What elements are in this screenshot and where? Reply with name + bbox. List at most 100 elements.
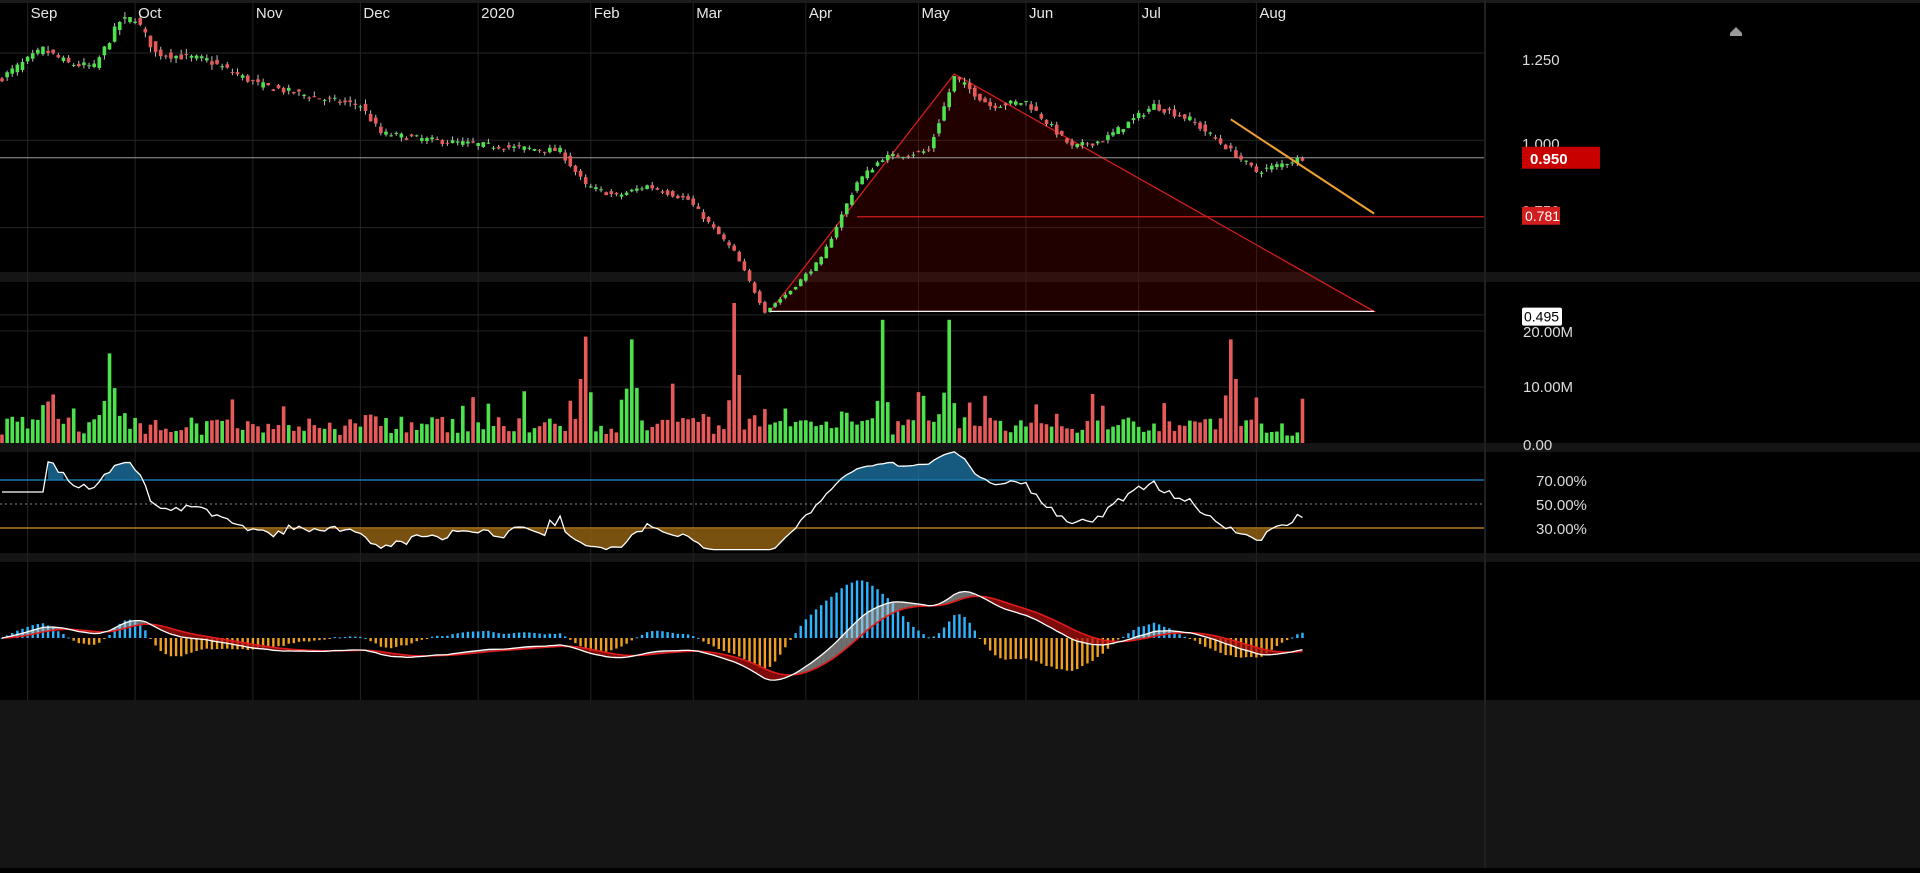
volume-bar bbox=[1285, 435, 1289, 443]
macd-histogram-bar bbox=[968, 623, 970, 638]
macd-histogram-bar bbox=[482, 631, 484, 638]
x-axis-month-label: May bbox=[921, 5, 950, 22]
volume-bar bbox=[1096, 421, 1100, 443]
volume-bar bbox=[1229, 339, 1233, 443]
macd-histogram-bar bbox=[1301, 633, 1303, 638]
volume-bar bbox=[645, 430, 649, 443]
level-label: 0.495 bbox=[1524, 309, 1559, 325]
macd-histogram-bar bbox=[1050, 638, 1052, 667]
volume-bar bbox=[1173, 431, 1177, 443]
macd-histogram-bar bbox=[190, 638, 192, 653]
candle-body bbox=[420, 138, 424, 141]
macd-histogram-bar bbox=[487, 631, 489, 638]
candle-body bbox=[1040, 114, 1044, 119]
macd-histogram-bar bbox=[165, 638, 167, 654]
volume-bar bbox=[195, 423, 199, 443]
candle-body bbox=[261, 82, 265, 87]
volume-bar bbox=[1244, 420, 1248, 443]
candle-body bbox=[794, 287, 798, 289]
x-axis-month-label: 2020 bbox=[481, 5, 514, 22]
volume-bar bbox=[1214, 429, 1218, 443]
candle-body bbox=[737, 252, 741, 262]
volume-bar bbox=[179, 430, 183, 443]
candle-body bbox=[666, 190, 670, 195]
macd-histogram-bar bbox=[1127, 633, 1129, 638]
candle-body bbox=[799, 279, 803, 286]
volume-bar bbox=[1029, 423, 1033, 443]
candle-body bbox=[1121, 129, 1125, 132]
candle-body bbox=[507, 145, 511, 147]
macd-histogram-bar bbox=[1061, 638, 1063, 669]
candle-body bbox=[1152, 104, 1156, 110]
candle-body bbox=[533, 149, 537, 151]
volume-bar bbox=[737, 375, 741, 443]
volume-bar bbox=[338, 435, 342, 443]
volume-bar bbox=[1137, 427, 1141, 443]
macd-histogram-bar bbox=[518, 633, 520, 638]
candle-body bbox=[46, 51, 50, 53]
volume-bar bbox=[425, 424, 429, 443]
volume-bar bbox=[1127, 418, 1131, 443]
volume-bar bbox=[389, 433, 393, 443]
price-axis-separator bbox=[1484, 0, 1486, 868]
candle-body bbox=[620, 195, 624, 197]
macd-histogram-bar bbox=[426, 638, 428, 639]
candle-body bbox=[51, 50, 55, 54]
candle-body bbox=[302, 95, 306, 96]
macd-histogram-bar bbox=[743, 638, 745, 659]
candle-body bbox=[855, 182, 859, 190]
last-price-label: 0.950 bbox=[1530, 151, 1568, 168]
volume-bar bbox=[722, 429, 726, 443]
volume-bar bbox=[1024, 426, 1028, 443]
candle-body bbox=[1004, 103, 1008, 105]
macd-histogram-bar bbox=[769, 638, 771, 667]
candle-body bbox=[1265, 168, 1269, 169]
candle-body bbox=[497, 147, 501, 149]
volume-bar bbox=[1275, 432, 1279, 443]
volume-bar bbox=[103, 401, 107, 443]
candle-body bbox=[1075, 144, 1079, 147]
volume-bar bbox=[174, 431, 178, 443]
volume-bar bbox=[784, 409, 788, 443]
volume-bar bbox=[932, 422, 936, 443]
price-axis-tick: 1.250 bbox=[1522, 52, 1560, 69]
macd-histogram-bar bbox=[666, 632, 668, 638]
volume-bar bbox=[1086, 421, 1090, 443]
volume-bar bbox=[896, 421, 900, 443]
macd-histogram-bar bbox=[687, 634, 689, 638]
macd-histogram-bar bbox=[508, 634, 510, 638]
candle-body bbox=[712, 224, 716, 227]
candle-body bbox=[1101, 141, 1105, 142]
volume-bar bbox=[773, 422, 777, 443]
x-axis-month-label: Apr bbox=[809, 5, 832, 22]
macd-histogram-bar bbox=[718, 638, 720, 649]
macd-histogram-bar bbox=[810, 615, 812, 638]
candle-body bbox=[1229, 146, 1233, 149]
volume-bar bbox=[999, 421, 1003, 443]
macd-histogram-bar bbox=[677, 634, 679, 638]
candle-body bbox=[691, 199, 695, 205]
candle-body bbox=[195, 56, 199, 59]
volume-bar bbox=[256, 426, 260, 443]
candle-body bbox=[374, 118, 378, 124]
volume-bar bbox=[912, 420, 916, 443]
macd-histogram-bar bbox=[974, 631, 976, 638]
volume-bar bbox=[522, 391, 526, 443]
volume-bar bbox=[584, 337, 588, 443]
candle-body bbox=[558, 148, 562, 152]
macd-histogram-bar bbox=[702, 638, 704, 642]
macd-histogram-bar bbox=[421, 638, 423, 640]
candle-body bbox=[589, 186, 593, 187]
candle-body bbox=[958, 77, 962, 79]
candle-body bbox=[297, 90, 301, 92]
candle-body bbox=[584, 177, 588, 184]
macd-histogram-bar bbox=[1045, 638, 1047, 666]
volume-bar bbox=[748, 419, 752, 443]
candle-body bbox=[190, 56, 194, 58]
macd-histogram-bar bbox=[1184, 637, 1186, 638]
macd-histogram-bar bbox=[820, 605, 822, 638]
macd-histogram-bar bbox=[1025, 638, 1027, 658]
macd-histogram-bar bbox=[277, 638, 279, 646]
candle-body bbox=[538, 150, 542, 151]
volume-bar bbox=[1198, 422, 1202, 443]
